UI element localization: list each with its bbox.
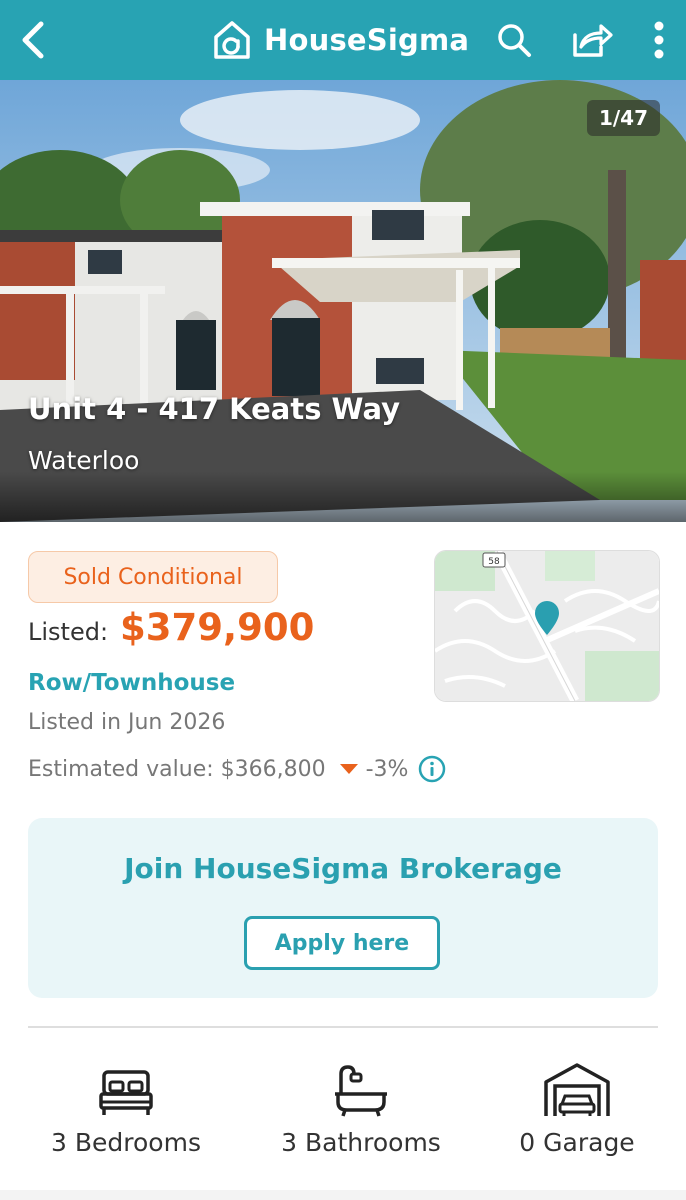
bathrooms-count: 3 Bathrooms <box>281 1128 441 1157</box>
bottom-strip <box>0 1190 686 1200</box>
bathtub-icon <box>335 1065 387 1117</box>
down-arrow-icon <box>339 764 358 774</box>
feature-bathrooms: 3 Bathrooms <box>268 1056 454 1157</box>
property-type-link[interactable]: Row/Townhouse <box>28 670 235 696</box>
map-image: 58 <box>435 551 659 701</box>
feature-garage: 0 Garage <box>506 1056 648 1157</box>
brand-name: HouseSigma <box>264 23 470 57</box>
top-app-bar: HouseSigma <box>0 0 686 80</box>
map-route-label: 58 <box>488 557 500 567</box>
bedrooms-count: 3 Bedrooms <box>51 1128 201 1157</box>
share-button[interactable] <box>568 18 616 62</box>
back-chevron-icon <box>22 21 44 59</box>
bed-icon <box>99 1070 153 1115</box>
listed-price: $379,900 <box>120 606 315 649</box>
divider <box>28 1026 658 1028</box>
estimated-change: -3% <box>365 756 409 782</box>
listing-address: Unit 4 - 417 Keats Way <box>28 392 401 426</box>
estimated-value: Estimated value: $366,800 <box>28 756 326 782</box>
listing-city: Waterloo <box>28 446 140 475</box>
map-thumbnail[interactable]: 58 <box>434 550 660 702</box>
back-button[interactable] <box>14 18 54 62</box>
estimated-value-row: Estimated value: $366,800 -3% <box>28 755 446 783</box>
search-button[interactable] <box>492 18 536 62</box>
info-icon[interactable] <box>418 755 446 783</box>
listed-date: Listed in Jun 2026 <box>28 710 226 735</box>
share-icon <box>573 24 613 57</box>
listed-label: Listed: <box>28 618 109 646</box>
search-icon <box>498 24 531 57</box>
brokerage-promo-card: Join HouseSigma Brokerage Apply here <box>28 818 658 998</box>
apply-here-button[interactable]: Apply here <box>244 916 440 970</box>
status-badge: Sold Conditional <box>28 551 278 603</box>
listed-price-row: Listed: $379,900 <box>28 606 314 649</box>
listing-photo[interactable]: 1/47 Unit 4 - 417 Keats Way Waterloo <box>0 80 686 522</box>
brand[interactable]: HouseSigma <box>212 18 469 62</box>
more-options-button[interactable] <box>642 16 676 64</box>
feature-bedrooms: 3 Bedrooms <box>40 1056 212 1157</box>
house-logo-icon <box>214 21 250 59</box>
brokerage-title: Join HouseSigma Brokerage <box>124 852 562 885</box>
garage-count: 0 Garage <box>519 1128 635 1157</box>
photo-counter: 1/47 <box>586 100 660 136</box>
garage-icon <box>544 1063 610 1116</box>
more-vertical-icon <box>654 21 664 59</box>
